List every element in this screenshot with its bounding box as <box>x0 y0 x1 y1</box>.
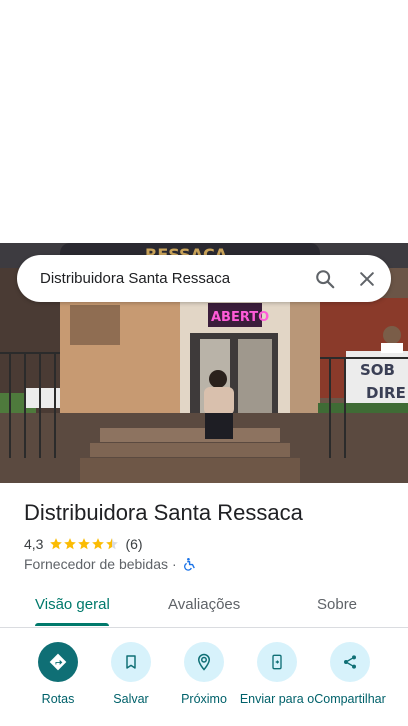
action-bar: Rotas Salvar Próximo Enviar para o Compa… <box>0 640 408 726</box>
share-label: Compartilhar <box>314 692 386 706</box>
nearby-label: Próximo <box>181 692 227 706</box>
directions-label: Rotas <box>41 692 75 706</box>
tab-about[interactable]: Sobre <box>317 596 357 613</box>
share-icon <box>330 642 370 682</box>
wheelchair-accessible-icon <box>182 556 198 572</box>
rating-stars <box>49 537 119 551</box>
search-input[interactable]: Distribuidora Santa Ressaca <box>40 270 313 287</box>
save-label: Salvar <box>113 692 149 706</box>
send-to-phone-icon <box>257 642 297 682</box>
send-to-phone-button[interactable]: Enviar para o <box>237 642 317 706</box>
rating-row[interactable]: 4,3 (6) <box>24 536 143 552</box>
active-tab-indicator <box>35 623 109 626</box>
photo-banner-line1: SOB <box>360 361 395 379</box>
photo-neon-sign: ABERTO <box>211 310 269 325</box>
star-icon <box>92 538 105 550</box>
rating-value: 4,3 <box>24 536 44 552</box>
directions-button[interactable]: Rotas <box>18 642 98 706</box>
star-icon <box>50 538 63 550</box>
directions-icon <box>38 642 78 682</box>
photo-banner-line2: DIRE <box>366 384 406 402</box>
nearby-icon <box>184 642 224 682</box>
close-icon[interactable] <box>355 267 379 291</box>
star-icon <box>78 538 91 550</box>
search-bar[interactable]: Distribuidora Santa Ressaca <box>17 255 391 302</box>
bookmark-icon <box>111 642 151 682</box>
search-icon[interactable] <box>313 267 337 291</box>
nearby-button[interactable]: Próximo <box>164 642 244 706</box>
review-count[interactable]: (6) <box>125 536 142 552</box>
blank-map-area <box>0 0 408 243</box>
tab-reviews[interactable]: Avaliações <box>168 596 240 613</box>
star-half-icon <box>106 538 119 550</box>
save-button[interactable]: Salvar <box>91 642 171 706</box>
send-to-phone-label: Enviar para o <box>239 692 315 706</box>
place-title: Distribuidora Santa Ressaca <box>24 500 303 525</box>
category-row: Fornecedor de bebidas · <box>24 556 198 572</box>
place-category: Fornecedor de bebidas <box>24 556 168 572</box>
share-button[interactable]: Compartilhar <box>310 642 390 706</box>
tab-overview[interactable]: Visão geral <box>35 596 110 613</box>
star-icon <box>64 538 77 550</box>
tab-bar: Visão geral Avaliações Sobre <box>0 586 408 628</box>
separator-dot: · <box>172 556 177 572</box>
